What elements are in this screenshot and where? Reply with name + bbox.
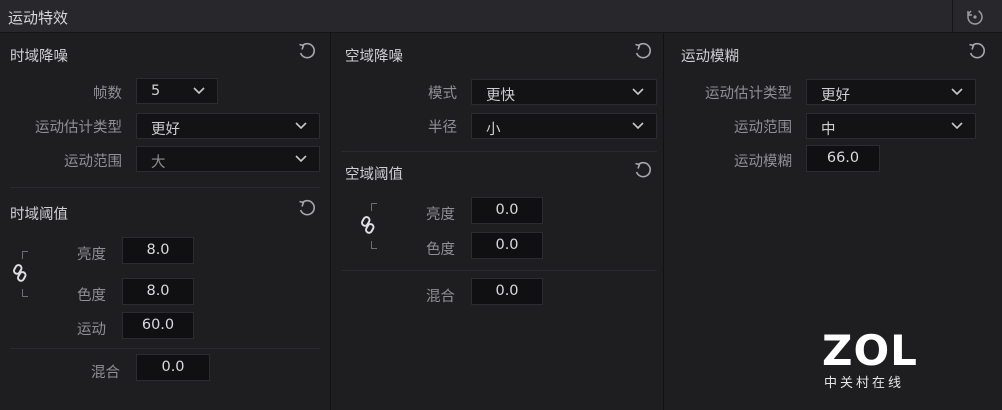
link-bracket: [22, 251, 28, 259]
chevron-down-icon: [295, 155, 307, 163]
motion-range-value: 大: [151, 155, 166, 171]
motion-est-label: 运动估计类型: [35, 120, 122, 136]
motion-input[interactable]: 60.0: [122, 312, 194, 339]
radius-dropdown[interactable]: 小: [471, 113, 657, 139]
mode-dropdown[interactable]: 更快: [471, 79, 657, 105]
panel-title: 运动特效: [8, 9, 69, 27]
header-divider: [952, 0, 953, 33]
reset-icon[interactable]: [632, 41, 654, 63]
mb-motion-range-label: 运动范围: [734, 120, 792, 136]
link-icon[interactable]: [12, 263, 30, 283]
spatial-column: 空域降噪 模式 更快 半径 小 空域阈值 亮度 0.0 色度 0.0 混合 0.…: [331, 33, 663, 410]
spatial-nr-title: 空域降噪: [345, 49, 403, 65]
blend-input[interactable]: 0.0: [136, 354, 210, 381]
panel-header: 运动特效: [0, 0, 1002, 33]
mode-label: 模式: [428, 86, 457, 102]
mode-value: 更快: [486, 88, 515, 104]
motion-label: 运动: [77, 322, 106, 338]
spatial-blend-label: 混合: [426, 289, 455, 305]
frames-label: 帧数: [93, 86, 122, 102]
chroma-label: 色度: [77, 288, 106, 304]
mb-motion-est-value: 更好: [821, 88, 850, 104]
reset-icon[interactable]: [296, 41, 318, 63]
motion-est-value: 更好: [151, 122, 180, 138]
chevron-down-icon: [951, 88, 963, 96]
chevron-down-icon: [295, 122, 307, 130]
mb-motion-est-dropdown[interactable]: 更好: [806, 79, 976, 105]
chevron-down-icon: [632, 122, 644, 130]
spatial-luma-input[interactable]: 0.0: [471, 197, 543, 224]
motion-range-dropdown[interactable]: 大: [136, 146, 320, 172]
luma-label: 亮度: [77, 247, 106, 263]
frames-value: 5: [151, 83, 161, 99]
mb-motion-blur-label: 运动模糊: [734, 154, 792, 170]
reset-all-icon[interactable]: [963, 5, 987, 29]
reset-icon[interactable]: [632, 160, 654, 182]
mb-motion-range-value: 中: [821, 122, 836, 138]
link-icon[interactable]: [360, 215, 378, 235]
section-divider: [10, 187, 320, 188]
temporal-threshold-title: 时域阈值: [10, 207, 68, 223]
zol-logo: ZOL: [822, 326, 918, 375]
chevron-down-icon: [951, 122, 963, 130]
spatial-threshold-title: 空域阈值: [345, 167, 403, 183]
spatial-chroma-label: 色度: [426, 242, 455, 258]
mb-motion-est-label: 运动估计类型: [705, 86, 792, 102]
radius-label: 半径: [428, 120, 457, 136]
link-bracket: [371, 241, 377, 249]
mb-motion-blur-input[interactable]: 66.0: [806, 145, 880, 172]
spatial-luma-label: 亮度: [426, 207, 455, 223]
zol-watermark: ZOL 中关村在线: [818, 326, 938, 392]
section-divider: [10, 348, 320, 349]
link-bracket: [371, 203, 377, 211]
chroma-input[interactable]: 8.0: [122, 278, 194, 305]
link-bracket: [22, 289, 28, 297]
section-divider: [341, 270, 657, 271]
frames-dropdown[interactable]: 5: [136, 78, 218, 104]
motion-range-label: 运动范围: [64, 154, 122, 170]
luma-input[interactable]: 8.0: [122, 237, 194, 264]
spatial-chroma-input[interactable]: 0.0: [471, 232, 543, 259]
spatial-blend-input[interactable]: 0.0: [471, 278, 543, 305]
temporal-nr-title: 时域降噪: [10, 49, 68, 65]
radius-value: 小: [486, 122, 501, 138]
zol-subtitle: 中关村在线: [824, 376, 905, 391]
temporal-column: 时域降噪 帧数 5 运动估计类型 更好 运动范围 大 时域阈值 亮度 8.0 色…: [0, 33, 330, 410]
mb-motion-range-dropdown[interactable]: 中: [806, 113, 976, 139]
reset-icon[interactable]: [966, 41, 988, 63]
motion-est-dropdown[interactable]: 更好: [136, 113, 320, 139]
reset-icon[interactable]: [296, 198, 318, 220]
chevron-down-icon: [193, 87, 205, 95]
section-divider: [341, 151, 657, 152]
motion-blur-title: 运动模糊: [681, 49, 739, 65]
blend-label: 混合: [91, 365, 120, 381]
chevron-down-icon: [632, 88, 644, 96]
